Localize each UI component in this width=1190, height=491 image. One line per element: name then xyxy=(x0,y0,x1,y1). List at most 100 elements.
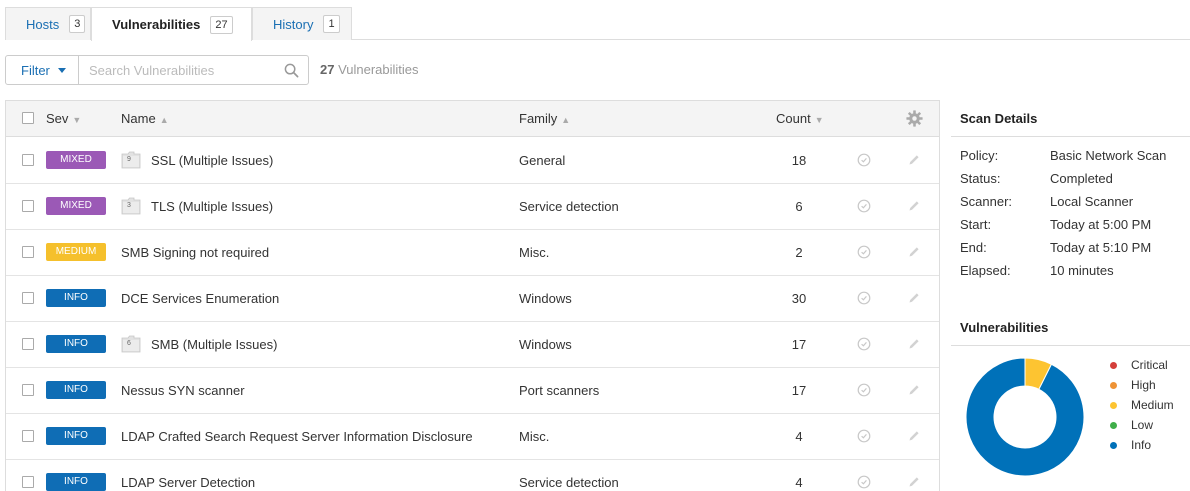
row-checkbox[interactable] xyxy=(22,246,34,258)
legend-item-critical: Critical xyxy=(1110,358,1168,372)
detail-label: Policy: xyxy=(960,148,999,163)
folder-icon: 3 xyxy=(121,197,141,215)
table-row[interactable]: MEDIUM SMB Signing not required Misc. 2 xyxy=(6,230,939,276)
detail-value: Today at 5:00 PM xyxy=(1050,217,1152,232)
vulnerability-name[interactable]: SMB (Multiple Issues) xyxy=(151,337,277,352)
vulnerability-count-number: 27 xyxy=(320,62,335,77)
vulnerability-name[interactable]: DCE Services Enumeration xyxy=(121,291,279,306)
tab-hosts[interactable]: Hosts 3 xyxy=(5,7,91,40)
vulnerability-family: Misc. xyxy=(519,245,550,260)
severity-badge: INFO xyxy=(46,335,106,353)
detail-value: Today at 5:10 PM xyxy=(1050,240,1152,255)
group-count: 3 xyxy=(127,202,131,209)
row-checkbox[interactable] xyxy=(22,292,34,304)
row-checkbox[interactable] xyxy=(22,476,34,488)
pencil-icon[interactable] xyxy=(907,291,921,305)
detail-label: Start: xyxy=(960,217,992,232)
pencil-icon[interactable] xyxy=(907,245,921,259)
check-circle-icon[interactable] xyxy=(857,199,871,213)
tab-history-count: 1 xyxy=(323,15,340,33)
check-circle-icon[interactable] xyxy=(857,337,871,351)
tab-history[interactable]: History 1 xyxy=(252,7,352,40)
pie-slice-info xyxy=(965,357,1085,477)
vulnerability-name[interactable]: LDAP Crafted Search Request Server Infor… xyxy=(121,429,473,444)
divider xyxy=(951,345,1190,346)
tab-vulnerabilities[interactable]: Vulnerabilities 27 xyxy=(91,7,252,41)
group-count: 9 xyxy=(127,156,131,163)
legend-label: Medium xyxy=(1131,398,1174,412)
pencil-icon[interactable] xyxy=(907,383,921,397)
legend-dot xyxy=(1110,361,1117,369)
check-circle-icon[interactable] xyxy=(857,429,871,443)
table-row[interactable]: INFO Nessus SYN scanner Port scanners 17 xyxy=(6,368,939,414)
search-box xyxy=(78,55,309,85)
table-row[interactable]: INFO LDAP Server Detection Service detecti… xyxy=(6,460,939,491)
tab-hosts-label: Hosts xyxy=(26,16,60,32)
check-circle-icon[interactable] xyxy=(857,475,871,489)
vulnerability-count-cell: 17 xyxy=(791,383,807,398)
column-family[interactable]: Family ▲ xyxy=(519,111,570,126)
vulnerability-count: 27 Vulnerabilities xyxy=(320,62,419,77)
vulnerability-name[interactable]: SSL (Multiple Issues) xyxy=(151,153,273,168)
row-checkbox[interactable] xyxy=(22,154,34,166)
severity-badge: INFO xyxy=(46,427,106,445)
detail-value: Basic Network Scan xyxy=(1050,148,1167,163)
vulnerability-count-suffix: Vulnerabilities xyxy=(334,62,419,77)
legend-item-high: High xyxy=(1110,378,1156,392)
sort-up-icon: ▲ xyxy=(561,115,571,125)
vulnerability-count-cell: 2 xyxy=(795,245,803,260)
vulnerability-family: Windows xyxy=(519,337,572,352)
vulnerability-family: Service detection xyxy=(519,475,619,490)
detail-value: Local Scanner xyxy=(1050,194,1134,209)
table-row[interactable]: INFO 6 SMB (Multiple Issues) Windows 17 xyxy=(6,322,939,368)
row-checkbox[interactable] xyxy=(22,384,34,396)
legend-item-medium: Medium xyxy=(1110,398,1174,412)
vulnerability-family: Windows xyxy=(519,291,572,306)
pencil-icon[interactable] xyxy=(907,429,921,443)
vulnerability-name[interactable]: LDAP Server Detection xyxy=(121,475,255,490)
check-circle-icon[interactable] xyxy=(857,153,871,167)
tab-hosts-count: 3 xyxy=(69,15,86,33)
vulnerability-name[interactable]: SMB Signing not required xyxy=(121,245,269,260)
search-icon[interactable] xyxy=(284,63,299,78)
row-checkbox[interactable] xyxy=(22,430,34,442)
vulnerability-name[interactable]: Nessus SYN scanner xyxy=(121,383,245,398)
severity-badge: INFO xyxy=(46,473,106,491)
column-name-label: Name xyxy=(121,111,156,126)
vulnerabilities-donut-chart xyxy=(965,357,1085,477)
filter-button[interactable]: Filter xyxy=(5,55,79,85)
check-circle-icon[interactable] xyxy=(857,383,871,397)
divider xyxy=(951,136,1190,137)
table-row[interactable]: MIXED 3 TLS (Multiple Issues) Service detec… xyxy=(6,184,939,230)
column-name[interactable]: Name ▲ xyxy=(121,111,169,126)
column-count[interactable]: Count ▼ xyxy=(776,111,824,126)
row-checkbox[interactable] xyxy=(22,200,34,212)
column-sev[interactable]: Sev ▼ xyxy=(46,111,81,126)
vulnerability-family: Service detection xyxy=(519,199,619,214)
vulnerability-name[interactable]: TLS (Multiple Issues) xyxy=(151,199,273,214)
scan-details-title: Scan Details xyxy=(960,111,1038,126)
vulnerability-count-cell: 4 xyxy=(795,429,803,444)
column-family-label: Family xyxy=(519,111,558,126)
legend-label: Low xyxy=(1131,418,1154,432)
check-circle-icon[interactable] xyxy=(857,245,871,259)
check-circle-icon[interactable] xyxy=(857,291,871,305)
search-input[interactable] xyxy=(79,56,274,84)
legend-item-info: Info xyxy=(1110,438,1151,452)
row-checkbox[interactable] xyxy=(22,338,34,350)
gear-icon[interactable] xyxy=(906,110,923,127)
table-row[interactable]: INFO LDAP Crafted Search Request Server I… xyxy=(6,414,939,460)
select-all-checkbox[interactable] xyxy=(22,112,34,124)
pencil-icon[interactable] xyxy=(907,337,921,351)
table-row[interactable]: MIXED 9 SSL (Multiple Issues) General 18 xyxy=(6,138,939,184)
pencil-icon[interactable] xyxy=(907,153,921,167)
table-row[interactable]: INFO DCE Services Enumeration Windows 30 xyxy=(6,276,939,322)
legend-dot xyxy=(1110,441,1117,449)
sort-down-icon: ▼ xyxy=(72,115,82,125)
severity-badge: INFO xyxy=(46,381,106,399)
pencil-icon[interactable] xyxy=(907,199,921,213)
filter-label: Filter xyxy=(21,62,50,78)
detail-value: 10 minutes xyxy=(1050,263,1114,278)
pencil-icon[interactable] xyxy=(907,475,921,489)
detail-label: Scanner: xyxy=(960,194,1013,209)
